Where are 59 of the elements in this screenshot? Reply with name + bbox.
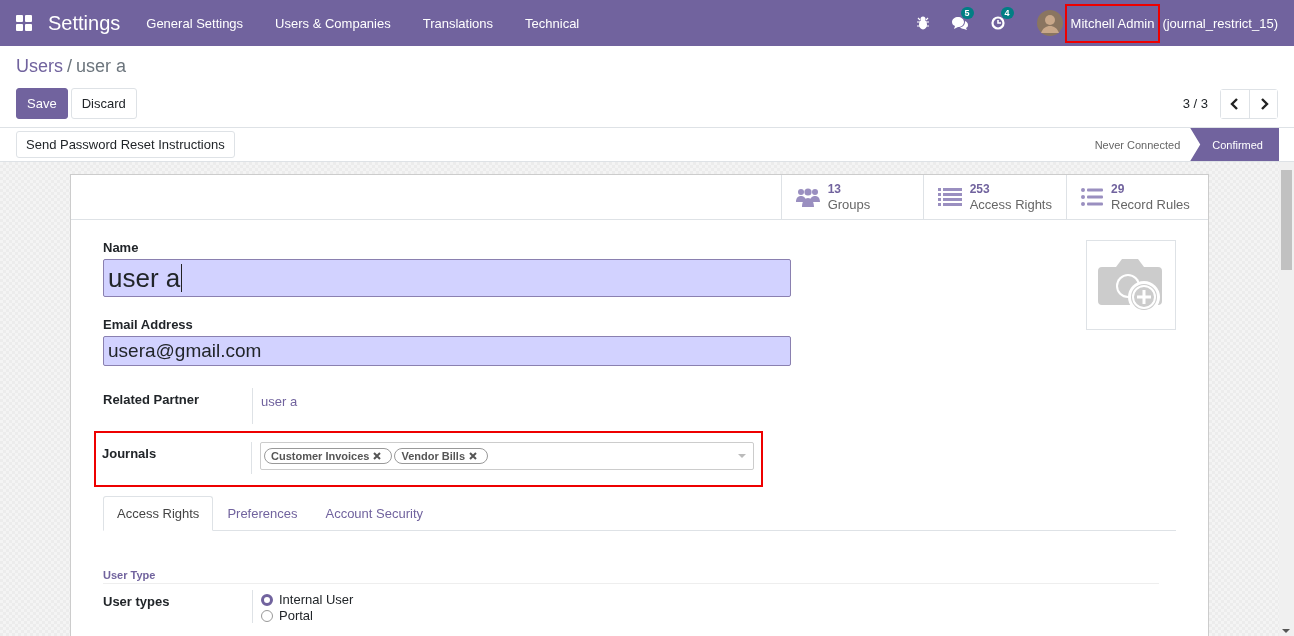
remove-icon[interactable] — [469, 452, 477, 460]
menu-item[interactable]: Technical — [525, 15, 580, 31]
stat-count: 13 — [827, 182, 842, 197]
breadcrumb-current: user a — [76, 56, 127, 77]
next-button[interactable] — [1249, 89, 1277, 118]
chevron-left-icon — [1230, 97, 1240, 110]
stat-label: Groups — [827, 197, 871, 212]
field-label: Name — [103, 240, 140, 255]
field-label: Email Address — [103, 317, 194, 332]
menu-item[interactable]: Translations — [422, 15, 494, 31]
menu-item[interactable]: General Settings — [146, 15, 244, 31]
field-label: Related Partner — [103, 391, 201, 409]
user-name[interactable]: Mitchell Admin — [1066, 5, 1159, 41]
count-badge: 5 — [960, 7, 974, 19]
chevron-right-icon — [1258, 97, 1269, 110]
journals-field[interactable]: Customer Invoices Vendor Bills — [260, 442, 754, 470]
radio-option[interactable]: Portal — [261, 608, 1176, 623]
stat-label: Record Rules — [1111, 197, 1190, 212]
stat-button[interactable]: 253 Access Rights — [922, 175, 1066, 219]
form-tab[interactable]: Access Rights — [103, 496, 214, 531]
clock-icon[interactable] — [990, 16, 1005, 30]
count-badge: 4 — [1000, 7, 1014, 19]
users-icon — [795, 187, 820, 207]
bullet-list-icon — [1081, 188, 1103, 206]
email-input[interactable]: usera@gmail.com — [103, 336, 791, 366]
discard-button[interactable]: Discard — [70, 88, 137, 119]
database-name: (journal_restrict_15) — [1162, 15, 1278, 31]
apps-grid-icon[interactable] — [16, 15, 32, 31]
form-tab[interactable]: Account Security — [311, 496, 437, 531]
breadcrumb-link[interactable]: Users — [16, 56, 63, 77]
form-tab[interactable]: Preferences — [213, 496, 312, 531]
breadcrumb-separator: / — [67, 56, 73, 77]
stat-label: Access Rights — [969, 197, 1052, 212]
scrollbar[interactable] — [1279, 162, 1294, 636]
remove-icon[interactable] — [373, 452, 382, 460]
radio-button[interactable] — [261, 593, 273, 606]
name-input[interactable]: user a — [103, 259, 791, 297]
radio-button[interactable] — [261, 609, 273, 622]
chat-icon[interactable] — [950, 16, 969, 30]
radio-option[interactable]: Internal User — [261, 592, 1176, 607]
stat-button[interactable]: 13 Groups — [780, 175, 923, 219]
status-stage[interactable]: Confirmed — [1190, 128, 1279, 161]
partner-link[interactable]: user a — [261, 388, 791, 409]
status-stage[interactable]: Never Connected — [1084, 128, 1191, 161]
section-title: User Type — [103, 569, 1159, 584]
field-label: User types — [103, 593, 171, 611]
reset-password-button[interactable]: Send Password Reset Instructions — [16, 131, 235, 158]
stat-count: 29 — [1111, 182, 1126, 197]
field-label: Journals — [102, 445, 158, 463]
pager-counter: 3 / 3 — [1182, 96, 1208, 111]
app-title: Settings — [48, 11, 121, 35]
menu-item[interactable]: Users & Companies — [275, 15, 391, 31]
save-button[interactable]: Save — [16, 88, 68, 119]
list-icon — [937, 188, 962, 206]
stat-count: 253 — [969, 182, 991, 197]
bug-icon[interactable] — [916, 16, 929, 30]
stat-button[interactable]: 29 Record Rules — [1066, 175, 1208, 219]
scrollbar-thumb[interactable] — [1281, 170, 1292, 270]
scroll-down-icon[interactable] — [1282, 629, 1290, 633]
